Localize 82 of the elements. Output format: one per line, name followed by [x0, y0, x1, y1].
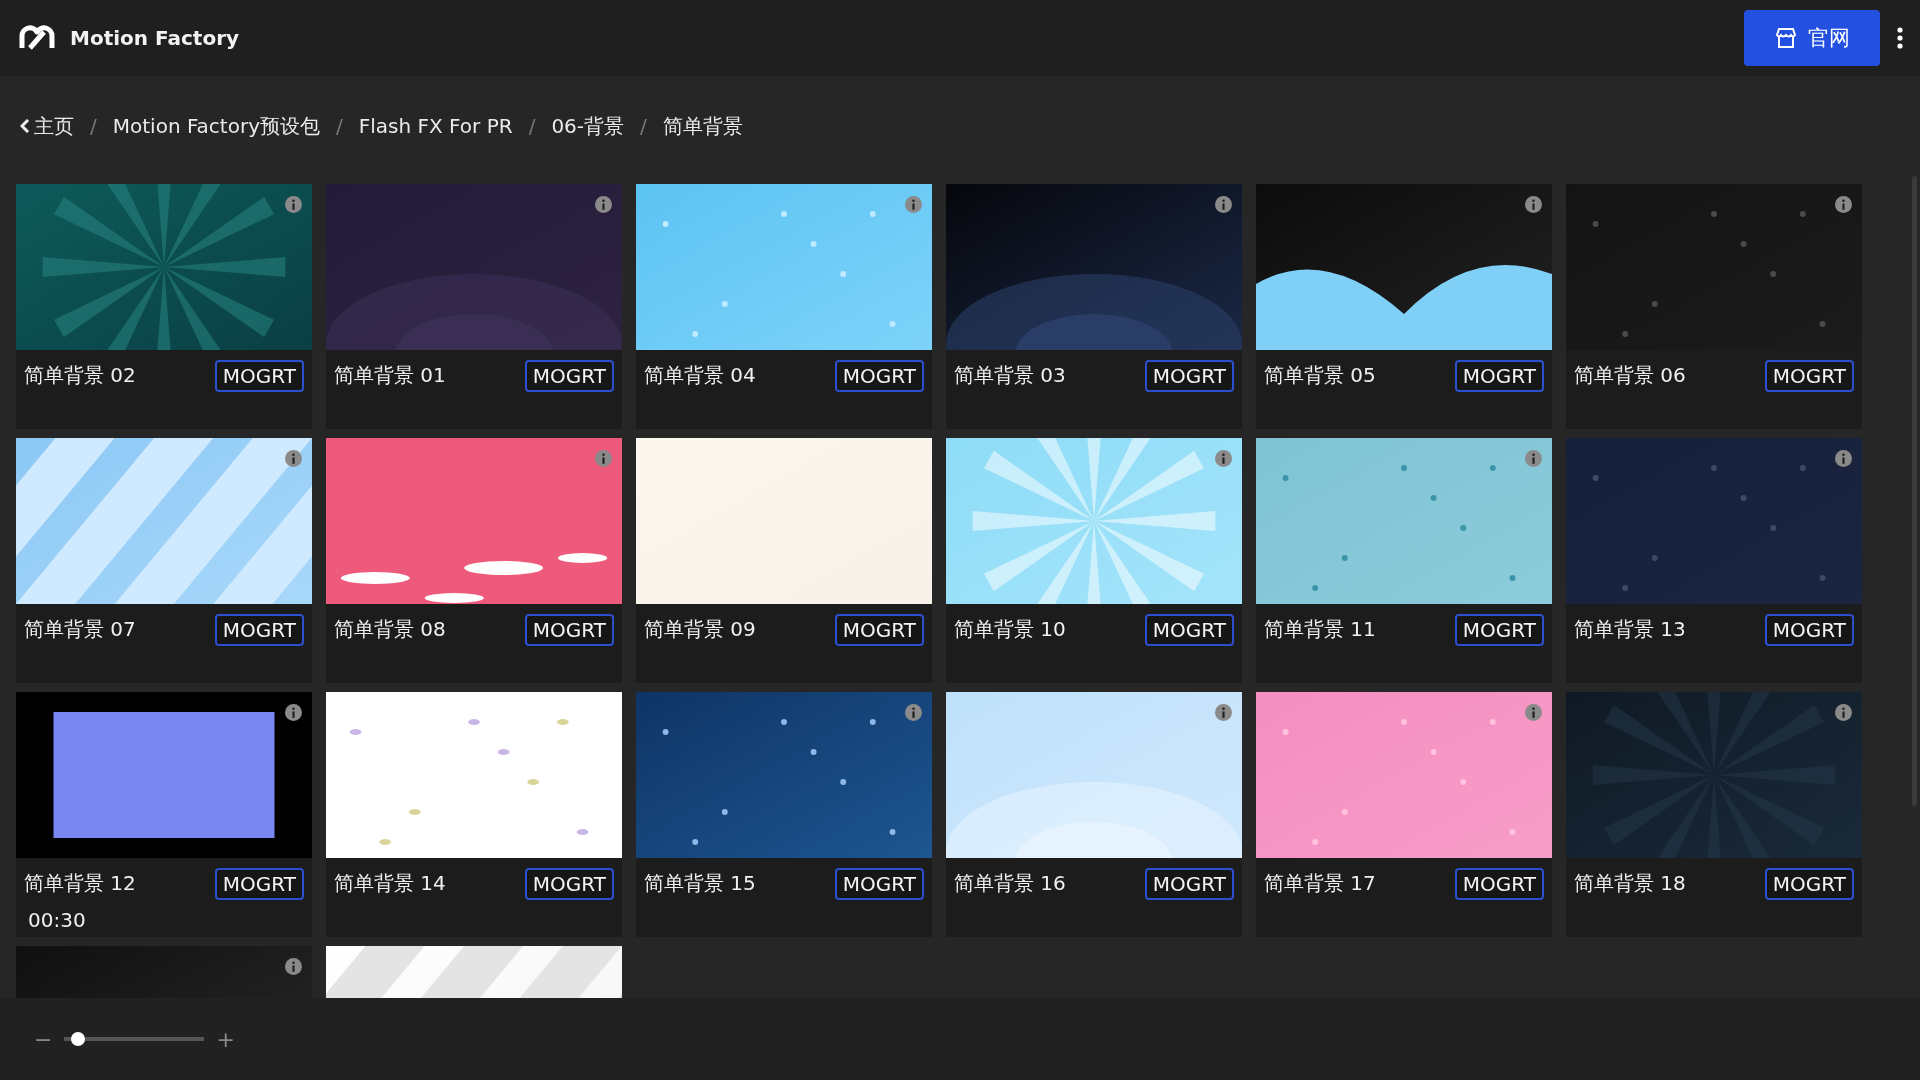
card-title: 简单背景 13	[1574, 616, 1686, 643]
more-icon[interactable]	[1896, 26, 1904, 50]
info-icon[interactable]	[1215, 704, 1232, 721]
template-card[interactable]: 简单背景 11 MOGRT	[1256, 438, 1552, 683]
breadcrumb-separator: /	[335, 114, 343, 138]
card-title: 简单背景 08	[334, 616, 446, 643]
mogrt-button[interactable]: MOGRT	[214, 360, 304, 392]
template-card[interactable]: 简单背景 06 MOGRT	[1566, 184, 1862, 429]
template-card[interactable]: 简单背景 14 MOGRT	[326, 692, 622, 937]
breadcrumb-link[interactable]: 06-背景	[551, 112, 625, 140]
mogrt-button[interactable]: MOGRT	[1764, 360, 1854, 392]
mogrt-button[interactable]: MOGRT	[524, 360, 614, 392]
info-icon[interactable]	[285, 450, 302, 467]
duration-label: 00:30	[27, 907, 87, 932]
breadcrumb-link[interactable]: 简单背景	[662, 112, 743, 140]
info-icon[interactable]	[1525, 450, 1542, 467]
mogrt-button[interactable]: MOGRT	[1764, 614, 1854, 646]
template-card[interactable]: 简单背景 07 MOGRT	[16, 438, 312, 683]
card-title: 简单背景 14	[334, 870, 446, 897]
template-card[interactable]: 简单背景 03 MOGRT	[946, 184, 1242, 429]
card-title: 简单背景 06	[1574, 362, 1686, 389]
info-icon[interactable]	[1835, 196, 1852, 213]
info-icon[interactable]	[1215, 450, 1232, 467]
card-title: 简单背景 18	[1574, 870, 1686, 897]
mogrt-button[interactable]: MOGRT	[214, 614, 304, 646]
card-title: 简单背景 09	[644, 616, 756, 643]
template-card[interactable]: 简单背景 08 MOGRT	[326, 438, 622, 683]
info-icon[interactable]	[1525, 196, 1542, 213]
logo-icon	[18, 24, 56, 52]
card-title: 简单背景 04	[644, 362, 756, 389]
mogrt-button[interactable]: MOGRT	[1144, 360, 1234, 392]
mogrt-button[interactable]: MOGRT	[1454, 868, 1544, 900]
template-card[interactable]: 简单背景 16 MOGRT	[946, 692, 1242, 937]
card-title: 简单背景 03	[954, 362, 1066, 389]
template-card[interactable]: 简单背景 17 MOGRT	[1256, 692, 1552, 937]
breadcrumb-link[interactable]: 主页	[20, 112, 74, 140]
mogrt-button[interactable]: MOGRT	[524, 614, 614, 646]
template-card[interactable]: 简单背景 01 MOGRT	[326, 184, 622, 429]
card-title: 简单背景 17	[1264, 870, 1376, 897]
breadcrumb-separator: /	[90, 114, 97, 138]
mogrt-button[interactable]: MOGRT	[524, 868, 614, 900]
mogrt-button[interactable]: MOGRT	[1144, 868, 1234, 900]
info-icon[interactable]	[1525, 704, 1542, 721]
template-card[interactable]: 简单背景 04 MOGRT	[636, 184, 932, 429]
card-title: 简单背景 16	[954, 870, 1066, 897]
breadcrumb-link[interactable]: Flash FX For PR	[358, 114, 513, 138]
zoom-out-button[interactable]: −	[30, 1026, 57, 1052]
card-title: 简单背景 12	[24, 870, 136, 897]
card-title: 简单背景 15	[644, 870, 756, 897]
template-card[interactable]: 简单背景 12 MOGRT 00:30	[16, 692, 312, 937]
info-icon[interactable]	[285, 704, 302, 721]
mogrt-button[interactable]: MOGRT	[834, 614, 924, 646]
template-card[interactable]: 简单背景 02 MOGRT	[16, 184, 312, 429]
info-icon[interactable]	[905, 196, 922, 213]
card-title: 简单背景 10	[954, 616, 1066, 643]
template-card[interactable]: 简单背景 18 MOGRT	[1566, 692, 1862, 937]
template-card[interactable]: 简单背景 09 MOGRT	[636, 438, 932, 683]
breadcrumb-separator: /	[528, 114, 536, 138]
template-card[interactable]: 简单背景 10 MOGRT	[946, 438, 1242, 683]
template-card[interactable]: 简单背景 05 MOGRT	[1256, 184, 1552, 429]
mogrt-button[interactable]: MOGRT	[834, 360, 924, 392]
app-name: Motion Factory	[70, 26, 240, 50]
zoom-in-button[interactable]: +	[212, 1026, 239, 1052]
template-card[interactable]: 简单背景 13 MOGRT	[1566, 438, 1862, 683]
mogrt-button[interactable]: MOGRT	[214, 868, 304, 900]
template-card[interactable]: 简单背景 15 MOGRT	[636, 692, 932, 937]
website-button[interactable]: 官网	[1744, 10, 1880, 66]
slider-thumb[interactable]	[70, 1032, 85, 1046]
mogrt-button[interactable]: MOGRT	[1144, 614, 1234, 646]
card-title: 简单背景 01	[334, 362, 446, 389]
mogrt-button[interactable]: MOGRT	[1454, 360, 1544, 392]
info-icon[interactable]	[1215, 196, 1232, 213]
store-icon	[1774, 26, 1798, 50]
card-title: 简单背景 07	[24, 616, 136, 643]
mogrt-button[interactable]: MOGRT	[1454, 614, 1544, 646]
mogrt-button[interactable]: MOGRT	[1764, 868, 1854, 900]
breadcrumb-separator: /	[640, 114, 647, 138]
card-title: 简单背景 05	[1264, 362, 1376, 389]
card-title: 简单背景 02	[24, 362, 136, 389]
mogrt-button[interactable]: MOGRT	[834, 868, 924, 900]
breadcrumb-link[interactable]: Motion Factory预设包	[112, 112, 320, 140]
card-title: 简单背景 11	[1264, 616, 1376, 643]
